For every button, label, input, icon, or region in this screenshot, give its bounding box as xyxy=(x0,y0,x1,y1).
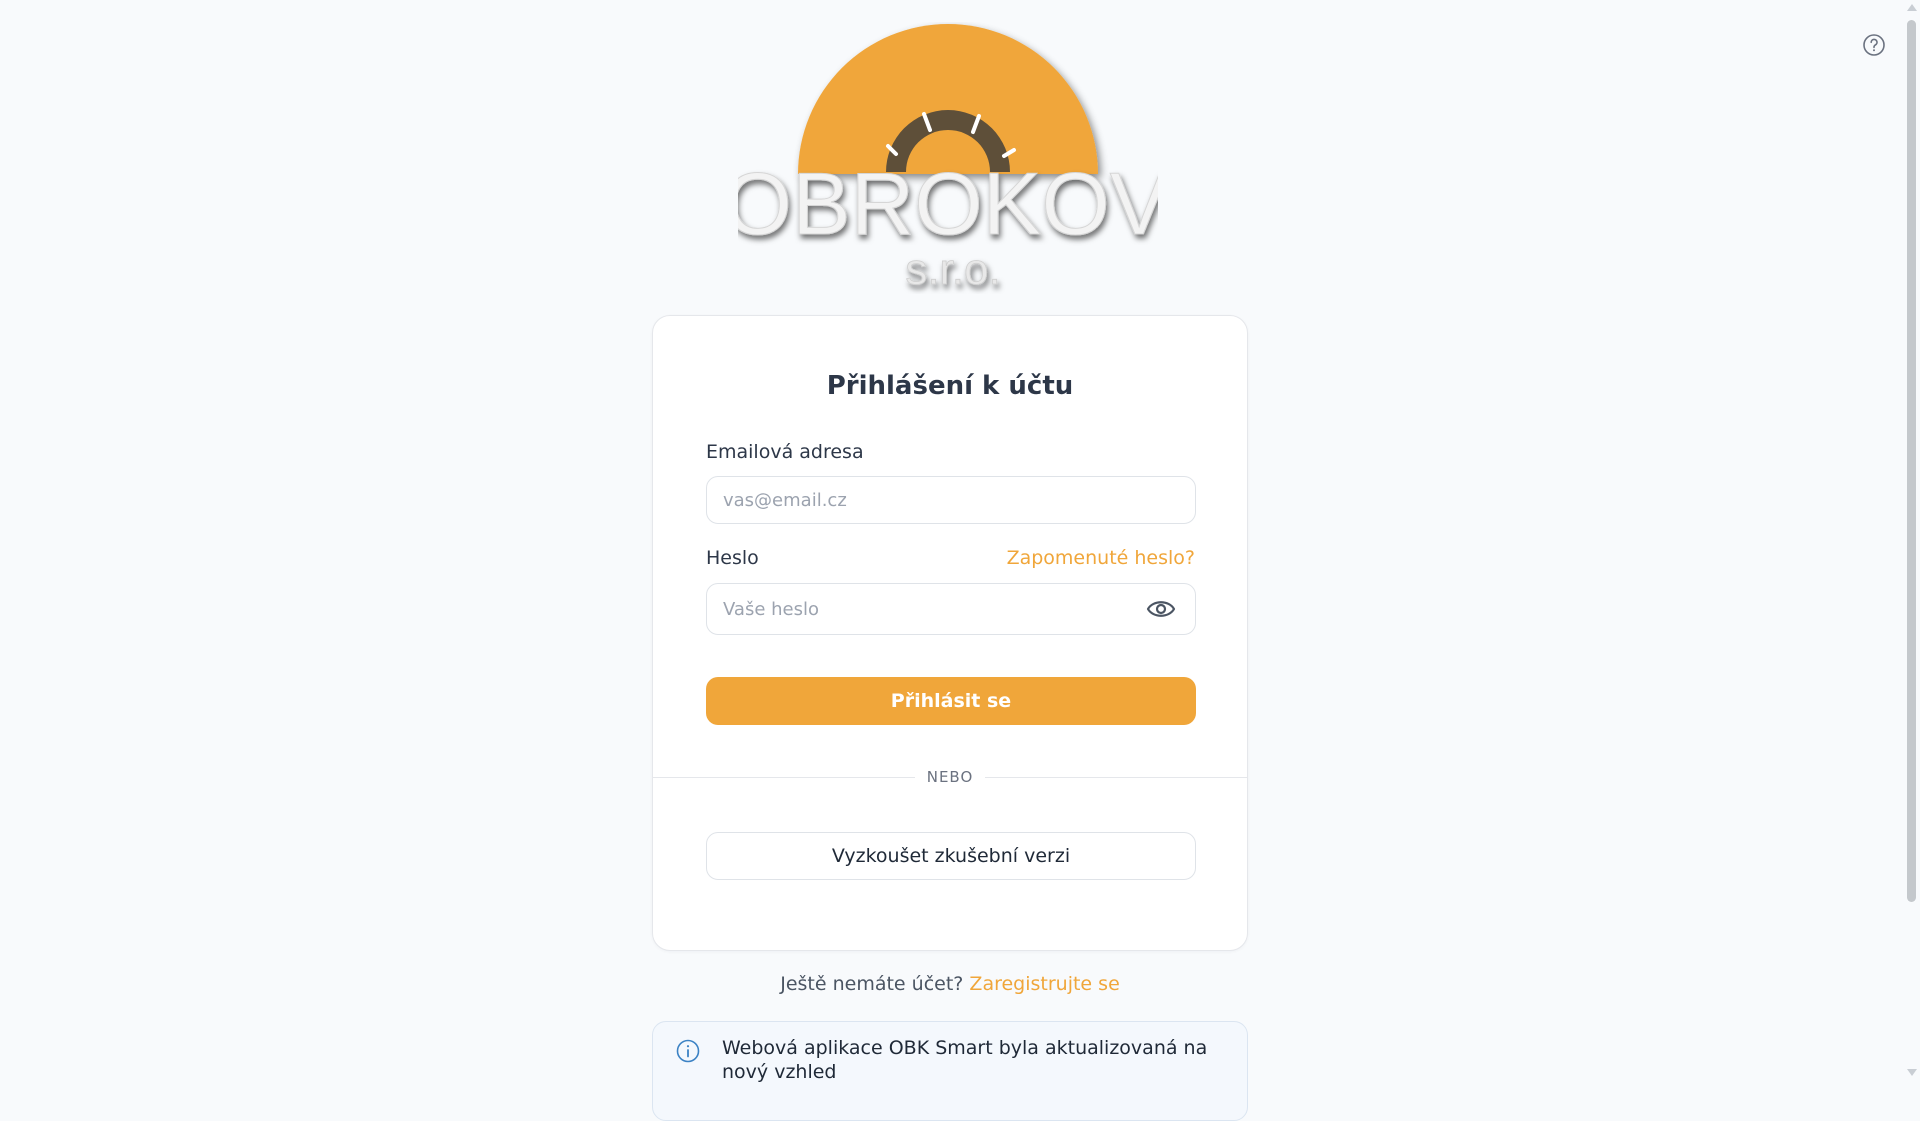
login-title: Přihlášení k účtu xyxy=(826,371,1074,401)
help-icon[interactable] xyxy=(1862,33,1886,57)
scroll-down-arrow-icon[interactable] xyxy=(1907,1069,1917,1076)
password-label: Heslo xyxy=(706,547,759,569)
company-logo: OBROKOV s.r.o. xyxy=(723,22,1169,294)
login-button[interactable]: Přihlásit se xyxy=(706,677,1196,725)
divider-line-right xyxy=(985,777,1247,778)
forgot-password-link[interactable]: Zapomenuté heslo? xyxy=(1007,547,1195,569)
register-link[interactable]: Zaregistrujte se xyxy=(969,973,1119,995)
logo-suffix: s.r.o. xyxy=(905,245,1000,294)
register-prompt-line: Ještě nemáte účet? Zaregistrujte se xyxy=(652,973,1248,995)
email-input[interactable] xyxy=(706,476,1196,524)
eye-icon[interactable] xyxy=(1146,596,1176,622)
scroll-up-arrow-icon[interactable] xyxy=(1907,4,1917,11)
update-notice: Webová aplikace OBK Smart byla aktualizo… xyxy=(652,1021,1248,1121)
register-prompt: Ještě nemáte účet? xyxy=(780,973,964,995)
update-notice-text: Webová aplikace OBK Smart byla aktualizo… xyxy=(722,1037,1208,1083)
password-input[interactable] xyxy=(706,583,1196,635)
try-trial-button[interactable]: Vyzkoušet zkušební verzi xyxy=(706,832,1196,880)
info-icon xyxy=(675,1038,701,1064)
email-label: Emailová adresa xyxy=(706,441,864,463)
logo-wordmark: OBROKOV xyxy=(738,154,1158,253)
scrollbar-thumb[interactable] xyxy=(1907,20,1916,902)
login-card: Přihlášení k účtu Emailová adresa Heslo … xyxy=(652,315,1248,951)
scrollbar[interactable] xyxy=(1903,0,1920,1080)
